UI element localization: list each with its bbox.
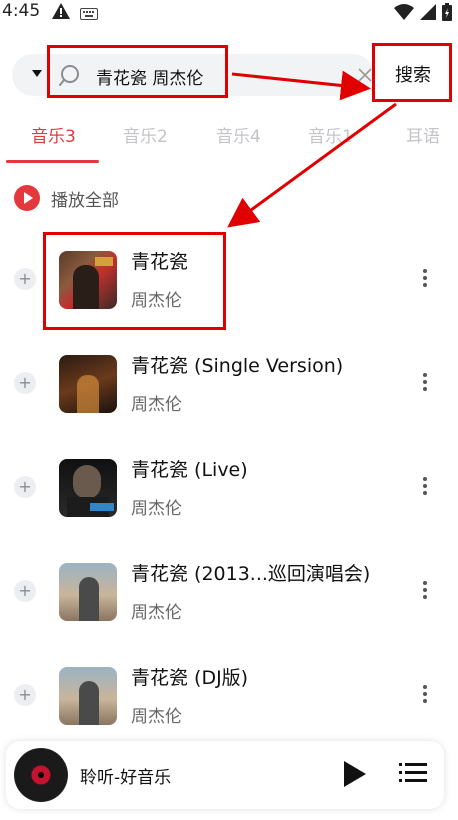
player-title: 聆听-好音乐 bbox=[80, 768, 172, 788]
mini-player[interactable]: 聆听-好音乐 bbox=[6, 741, 444, 809]
annotation-arrows bbox=[227, 70, 397, 228]
play-icon[interactable] bbox=[344, 761, 366, 787]
disc-icon bbox=[14, 748, 68, 802]
playlist-icon[interactable] bbox=[399, 761, 427, 785]
